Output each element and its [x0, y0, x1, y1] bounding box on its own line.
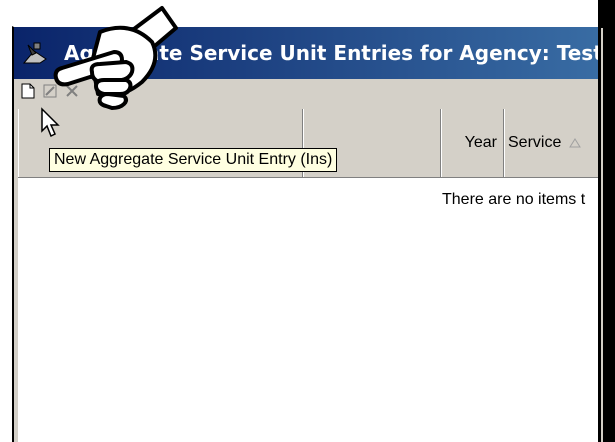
- tooltip-text: New Aggregate Service Unit Entry (Ins): [54, 151, 333, 168]
- new-entry-tooltip: New Aggregate Service Unit Entry (Ins): [49, 148, 338, 172]
- pointing-hand-icon: [53, 6, 178, 110]
- column-label: Year: [464, 134, 497, 151]
- grid-body[interactable]: There are no items t: [18, 178, 614, 442]
- new-entry-button[interactable]: [18, 81, 38, 101]
- sort-ascending-icon: [569, 138, 582, 148]
- empty-grid-message: There are no items t: [442, 191, 586, 208]
- column-label: Service: [508, 134, 562, 151]
- new-document-icon: [21, 83, 35, 99]
- column-header-year[interactable]: Year: [441, 109, 504, 177]
- window-frame: [601, 28, 603, 442]
